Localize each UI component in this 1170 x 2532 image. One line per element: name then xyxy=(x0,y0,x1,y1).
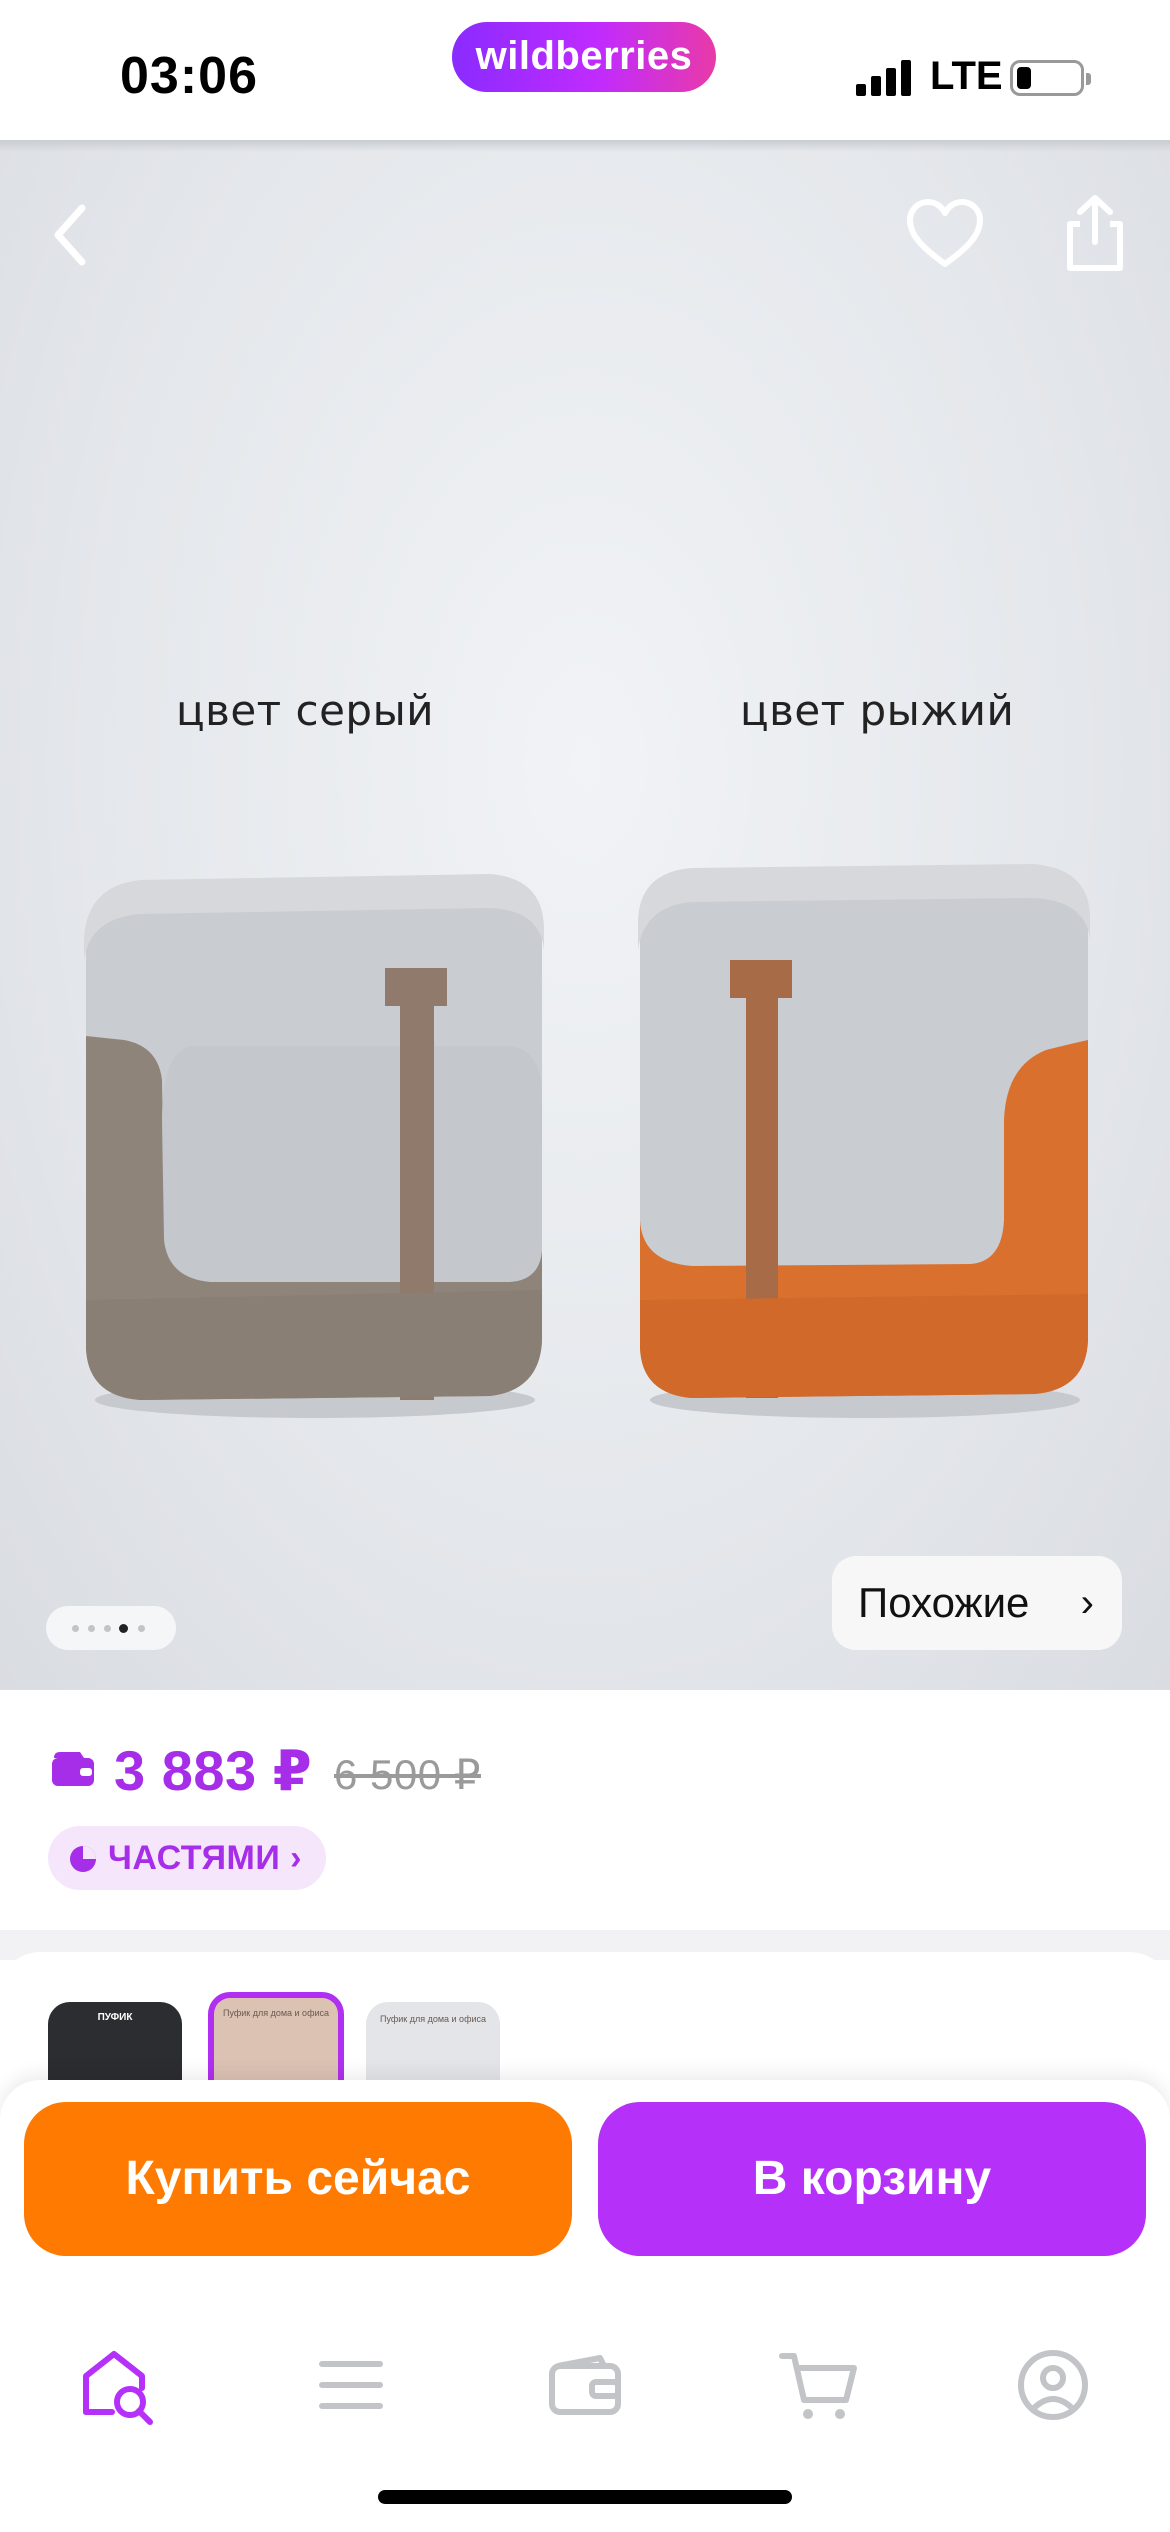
installments-button[interactable]: ЧАСТЯМИ › xyxy=(48,1826,326,1890)
profile-icon xyxy=(1018,2350,1088,2420)
buy-now-button[interactable]: Купить сейчас xyxy=(24,2102,572,2256)
network-label: LTE xyxy=(930,54,1003,98)
color-label-gray: цвет серый xyxy=(176,686,435,735)
chevron-right-icon: › xyxy=(290,1839,302,1877)
pouf-gray-image xyxy=(84,874,544,1418)
wallet-icon xyxy=(52,1752,94,1786)
wallet-icon xyxy=(549,2355,621,2415)
product-image[interactable]: цвет серый цвет рыжий Похожие › xyxy=(0,140,1170,1700)
similar-button[interactable]: Похожие › xyxy=(832,1556,1122,1650)
tab-cart[interactable] xyxy=(774,2340,864,2430)
share-icon xyxy=(1067,195,1123,271)
home-search-icon xyxy=(83,2351,153,2425)
gallery-pagination xyxy=(46,1606,176,1650)
tab-profile[interactable] xyxy=(1008,2340,1098,2430)
share-button[interactable] xyxy=(1050,188,1140,278)
favorite-button[interactable] xyxy=(900,190,990,280)
heart-icon xyxy=(907,199,983,267)
color-label-ginger: цвет рыжий xyxy=(740,686,1015,735)
chevron-right-icon: › xyxy=(1080,1581,1094,1625)
thumbnail-caption: Пуфик для дома и офиса xyxy=(379,2014,487,2024)
add-to-cart-button[interactable]: В корзину xyxy=(598,2102,1146,2256)
tab-wallet[interactable] xyxy=(540,2340,630,2430)
cart-icon xyxy=(779,2353,857,2419)
thumbnail-caption: Пуфик для дома и офиса xyxy=(222,2008,330,2018)
old-price: 6 500 ₽ xyxy=(334,1751,481,1798)
back-button[interactable] xyxy=(30,190,120,280)
tab-home[interactable] xyxy=(72,2340,162,2430)
tab-catalog[interactable] xyxy=(306,2340,396,2430)
status-time: 03:06 xyxy=(120,47,258,105)
similar-label: Похожие xyxy=(858,1579,1030,1626)
tab-bar xyxy=(0,2300,1170,2532)
signal-icon xyxy=(856,60,912,96)
menu-icon xyxy=(319,2361,383,2409)
pouf-ginger-image xyxy=(638,864,1090,1418)
thumbnail-caption: ПУФИК xyxy=(97,2012,133,2023)
status-bar: 03:06 wildberries LTE xyxy=(0,0,1170,140)
home-indicator[interactable] xyxy=(378,2490,792,2504)
price-card: 3 883 ₽ 6 500 ₽ ЧАСТЯМИ › xyxy=(0,1690,1170,1930)
installments-label: ЧАСТЯМИ xyxy=(108,1839,281,1877)
battery-icon xyxy=(1010,60,1091,96)
current-price: 3 883 ₽ xyxy=(114,1739,313,1802)
purchase-actions: Купить сейчас В корзину xyxy=(0,2080,1170,2300)
chevron-left-icon xyxy=(54,204,86,266)
pie-chart-icon xyxy=(70,1846,96,1872)
brand-logo[interactable]: wildberries xyxy=(452,22,716,92)
